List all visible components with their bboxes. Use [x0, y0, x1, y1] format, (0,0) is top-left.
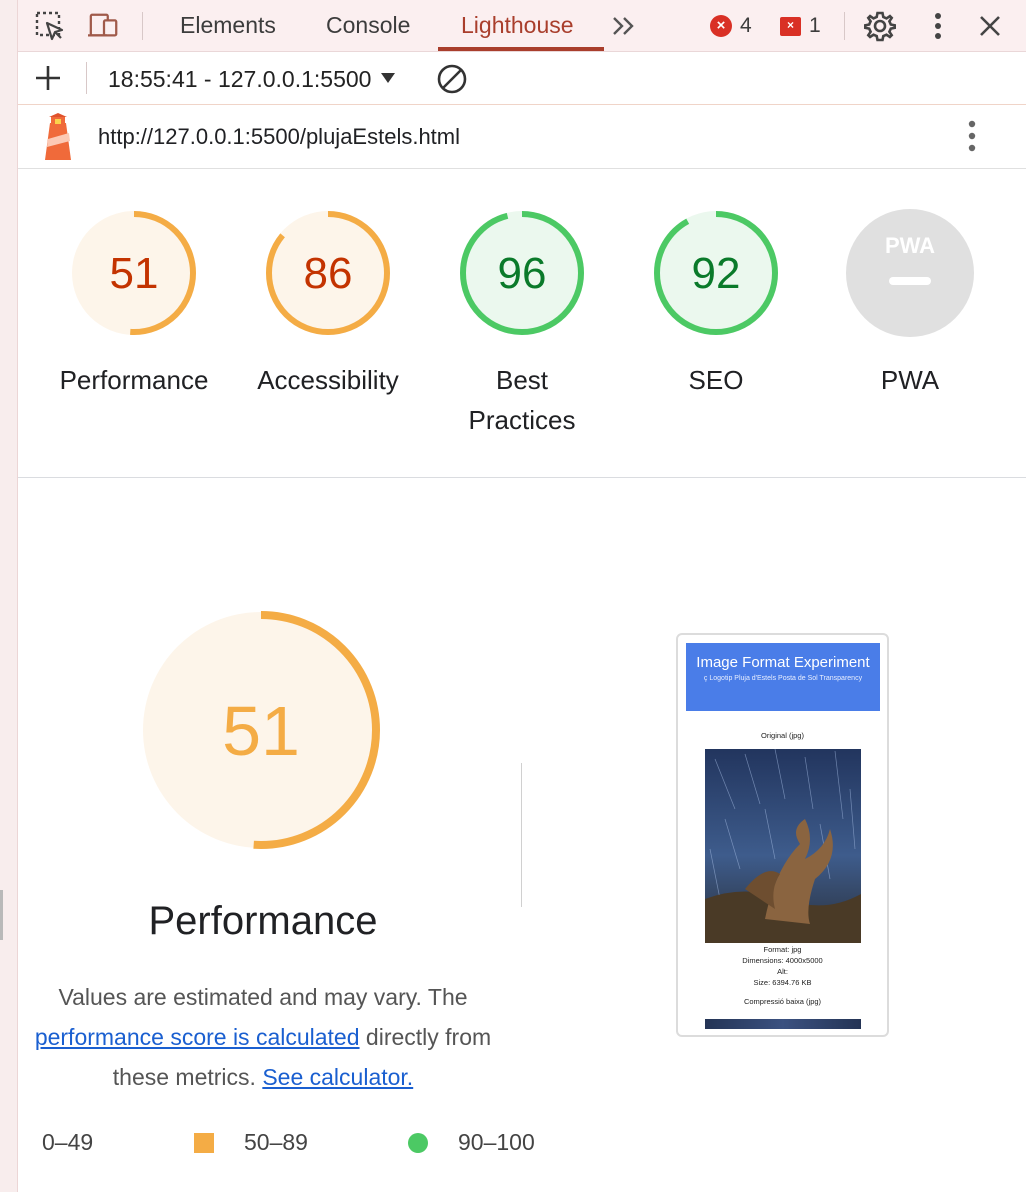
chevron-down-icon	[381, 72, 396, 83]
accessibility-gauge-ring: 86	[266, 211, 390, 335]
calculator-link[interactable]: See calculator.	[262, 1064, 413, 1090]
lighthouse-toolbar: 18:55:41 - 127.0.0.1:5500	[18, 52, 1026, 105]
gauge-label-performance: Performance	[59, 365, 209, 395]
performance-large-score: 51	[222, 692, 300, 770]
plus-icon[interactable]	[34, 60, 62, 98]
gauge-seo[interactable]: 92 SEO	[616, 208, 816, 400]
active-tab-indicator	[438, 47, 604, 51]
legend-fail: 0–49	[42, 1129, 93, 1156]
screenshot-title: Image Format Experiment	[696, 654, 870, 671]
report-url-bar: http://127.0.0.1:5500/plujaEstels.html	[18, 105, 1026, 169]
screenshot-alt: Alt:	[777, 967, 788, 976]
performance-score: 51	[110, 249, 159, 298]
gauge-label-line: Best	[495, 365, 549, 395]
accessibility-score: 86	[304, 249, 353, 298]
errors-count: 4	[740, 14, 752, 37]
tab-lighthouse[interactable]: Lighthouse	[461, 0, 574, 52]
gauge-accessibility[interactable]: 86 Accessibility	[228, 208, 428, 400]
seo-gauge-ring: 92	[654, 211, 778, 335]
gauge-label-line: Practices	[468, 405, 576, 435]
pwa-badge-icon: PWA	[846, 209, 974, 337]
drawer-edge	[0, 0, 18, 1192]
issue-icon: ×	[780, 16, 801, 36]
gauge-best-practices[interactable]: 96 Best Practices	[422, 208, 622, 440]
legend-range: 90–100	[458, 1129, 535, 1155]
performance-gauge-ring: 51	[72, 211, 196, 335]
resize-handle[interactable]	[0, 890, 3, 940]
gauge-label-seo: SEO	[688, 365, 744, 395]
section-divider	[521, 763, 522, 907]
block-icon[interactable]	[436, 63, 468, 100]
circle-icon	[408, 1132, 428, 1153]
report-menu-icon[interactable]	[968, 119, 976, 158]
toolbar-separator	[86, 62, 87, 94]
kebab-menu-icon[interactable]	[922, 10, 954, 42]
best-practices-score: 96	[498, 249, 547, 298]
seo-score: 92	[692, 249, 741, 298]
performance-large-gauge-ring: 51	[142, 611, 380, 849]
tabbar-separator	[844, 12, 845, 40]
description-text: these metrics.	[112, 1064, 256, 1090]
screenshot-size: Size: 6394.76 KB	[753, 978, 812, 987]
report-selector-label: 18:55:41 - 127.0.0.1:5500	[108, 66, 372, 92]
screenshot-format: Format: jpg	[763, 945, 802, 954]
screenshot-original-label: Original (jpg)	[761, 731, 804, 740]
inspect-element-icon[interactable]	[34, 10, 66, 42]
best-practices-gauge-ring: 96	[460, 211, 584, 335]
legend-pass: 90–100	[408, 1129, 535, 1156]
issues-badge[interactable]: × 1	[780, 12, 821, 40]
performance-section: 51 Performance Values are estimated and …	[18, 479, 1026, 1192]
report-url: http://127.0.0.1:5500/plujaEstels.html	[98, 124, 461, 149]
category-gauges: 51 Performance 86 Accessibility 96 Best …	[18, 170, 1026, 478]
tabbar-separator	[142, 12, 143, 40]
error-icon: ×	[710, 15, 732, 37]
description-text: Values are estimated and may vary. The	[58, 984, 468, 1010]
gauge-label-best-practices: Best Practices	[422, 360, 622, 440]
screenshot-next-image	[705, 1019, 861, 1029]
performance-large-gauge: 51	[138, 607, 384, 858]
screenshot-subtitle: ç Logotip Pluja d'Estels Posta de Sol Tr…	[703, 675, 863, 682]
description-text: directly from	[365, 1024, 492, 1050]
score-calculation-link[interactable]: performance score is calculated	[35, 1024, 360, 1050]
screenshot-header: Image Format Experiment ç Logotip Pluja …	[686, 643, 880, 711]
performance-title: Performance	[148, 899, 378, 943]
devtools-tabbar: Elements Console Lighthouse × 4 × 1	[18, 0, 1026, 52]
screenshot-photo	[705, 749, 861, 943]
legend-range: 50–89	[244, 1129, 308, 1155]
errors-badge[interactable]: × 4	[710, 12, 752, 40]
report-selector[interactable]: 18:55:41 - 127.0.0.1:5500	[108, 66, 396, 93]
gauge-label-accessibility: Accessibility	[257, 365, 399, 395]
more-tabs-chevron-icon[interactable]	[608, 10, 640, 42]
lighthouse-logo-icon	[40, 113, 76, 166]
issues-count: 1	[809, 14, 821, 37]
tab-elements[interactable]: Elements	[180, 0, 276, 52]
tab-console[interactable]: Console	[326, 0, 410, 52]
pwa-badge-text: PWA	[885, 233, 935, 258]
final-screenshot[interactable]: Image Format Experiment ç Logotip Pluja …	[676, 633, 889, 1037]
score-legend: 0–49 50–89 90–100	[18, 1129, 1026, 1169]
performance-description: Values are estimated and may vary. The p…	[18, 977, 508, 1097]
legend-average: 50–89	[194, 1129, 308, 1156]
screenshot-compression: Compressió baixa (jpg)	[743, 997, 822, 1006]
screenshot-dimensions: Dimensions: 4000x5000	[742, 956, 823, 965]
gauge-pwa[interactable]: PWA PWA	[810, 208, 1010, 400]
gear-icon[interactable]	[864, 10, 896, 42]
gauge-label-pwa: PWA	[880, 365, 940, 395]
close-icon[interactable]	[974, 10, 1006, 42]
legend-range: 0–49	[42, 1129, 94, 1155]
gauge-performance[interactable]: 51 Performance	[34, 208, 234, 400]
device-toolbar-icon[interactable]	[88, 10, 120, 42]
square-icon	[194, 1132, 214, 1153]
